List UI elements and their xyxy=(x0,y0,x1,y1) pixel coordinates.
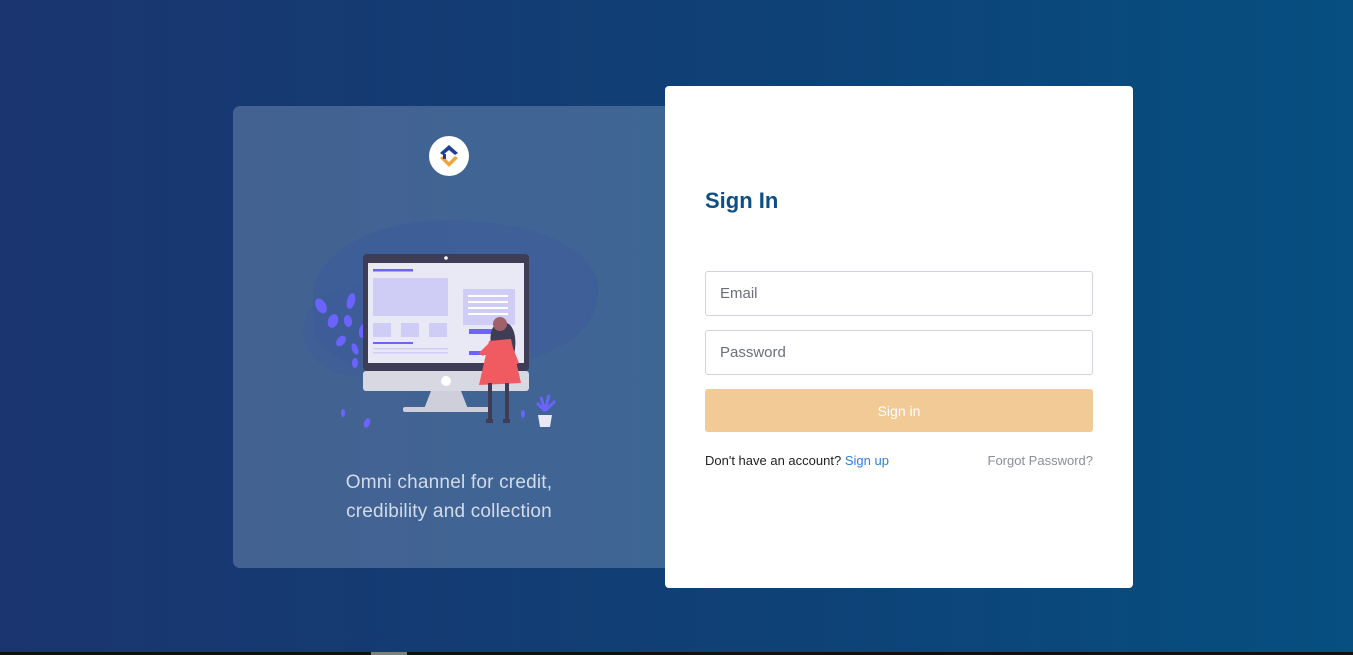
brand-panel: Omni channel for credit, credibility and… xyxy=(233,106,673,568)
sign-up-link[interactable]: Sign up xyxy=(845,453,889,468)
computer-presentation-illustration xyxy=(303,220,599,428)
email-field[interactable] xyxy=(705,271,1093,316)
brand-logo-icon xyxy=(429,136,469,176)
forgot-password-link[interactable]: Forgot Password? xyxy=(988,452,1094,470)
signup-prompt: Don't have an account? xyxy=(705,453,842,468)
brand-tagline-line-2: credibility and collection xyxy=(346,501,552,522)
sign-in-button[interactable]: Sign in xyxy=(705,389,1093,432)
sign-in-card: Sign In Sign in Don't have an account? S… xyxy=(665,86,1133,588)
brand-tagline-line-1: Omni channel for credit, xyxy=(345,472,553,493)
brand-tagline: Omni channel for credit, credibility and… xyxy=(233,468,665,526)
password-field[interactable] xyxy=(705,330,1093,375)
auth-links: Don't have an account? Sign up Forgot Pa… xyxy=(705,452,1093,470)
sign-in-title: Sign In xyxy=(705,188,779,213)
